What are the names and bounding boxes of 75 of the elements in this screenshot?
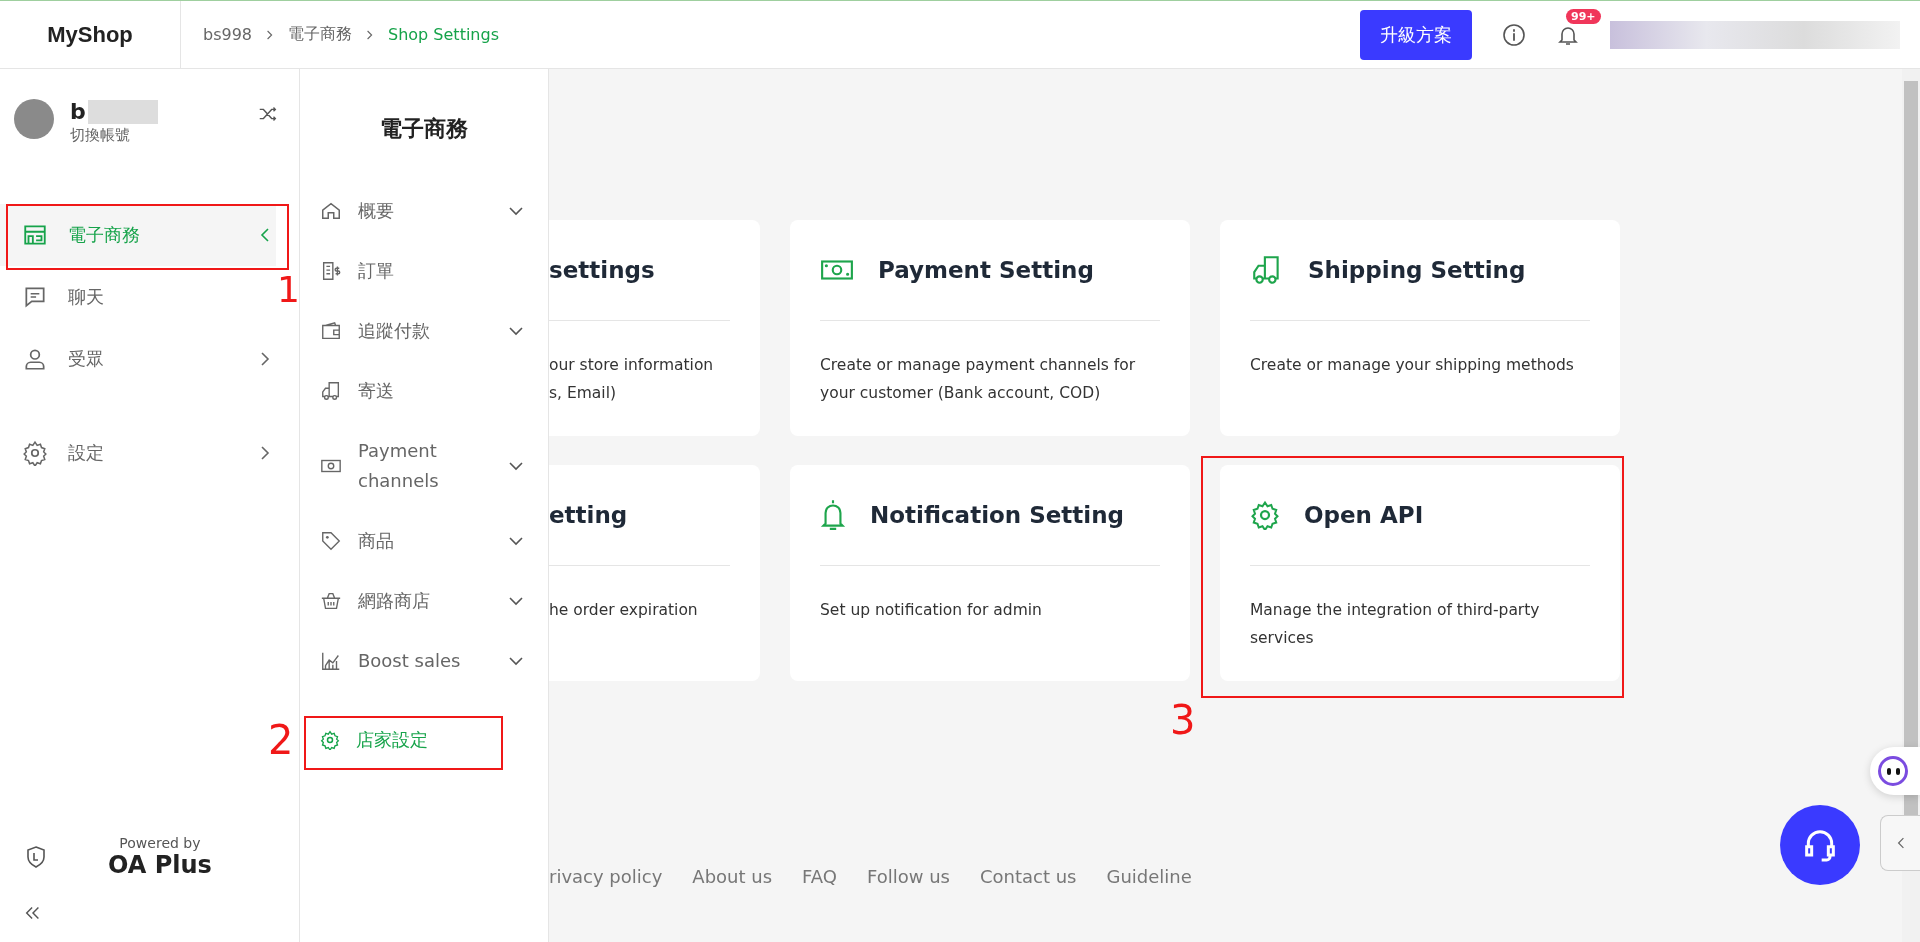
- card-description: Create or manage payment channels for your customer (Bank account, COD): [820, 355, 1137, 404]
- brand-logo-text: OA Plus: [108, 851, 212, 879]
- sidebar-item[interactable]: 聊天: [0, 266, 276, 328]
- chatbot-button[interactable]: [1870, 747, 1920, 795]
- bell-icon: [820, 498, 846, 532]
- submenu-item[interactable]: 商品: [300, 511, 548, 571]
- card-title: Open API: [1304, 502, 1424, 528]
- upgrade-button[interactable]: 升級方案: [1360, 9, 1472, 60]
- home-icon: [320, 200, 342, 222]
- panel-toggle-button[interactable]: [1880, 815, 1920, 871]
- blurred-block: [87, 99, 158, 124]
- banknote-icon: [820, 257, 854, 283]
- basket-icon: [320, 590, 342, 612]
- breadcrumb-link[interactable]: 電子商務: [288, 24, 353, 45]
- settings-card[interactable]: Open API Manage the integration of third-party services: [1220, 465, 1620, 681]
- gear-icon: [320, 730, 340, 750]
- submenu-item[interactable]: 訂單: [300, 241, 548, 301]
- card-description: Set up notification for admin: [820, 600, 1043, 621]
- submenu-item[interactable]: 概要: [300, 181, 548, 241]
- card-description: Manage the integration of third-party services: [1250, 600, 1541, 649]
- card-title: Shipping Setting: [1308, 257, 1526, 283]
- tag-icon: [320, 530, 342, 552]
- annotation-number: 3: [1170, 697, 1196, 743]
- info-icon[interactable]: [1502, 22, 1526, 47]
- chat-icon: [22, 284, 48, 310]
- notification-badge: 99+: [1566, 8, 1601, 24]
- receipt-icon: [320, 260, 342, 282]
- annotation-number: 2: [268, 717, 294, 763]
- chevron-left-icon: [1896, 836, 1905, 850]
- submenu-item[interactable]: Payment channels: [300, 421, 548, 511]
- settings-card[interactable]: Payment Setting Create or manage payment channels for your customer (Bank account, COD): [790, 220, 1190, 436]
- card-title: etting: [549, 502, 628, 528]
- shield-icon[interactable]: [24, 845, 48, 869]
- switch-account-link[interactable]: 切換帳號: [70, 126, 257, 145]
- settings-card[interactable]: etting he order expiration: [549, 465, 760, 681]
- card-description: our store information s, Email): [549, 355, 715, 404]
- submenu-item[interactable]: Boost sales: [300, 631, 548, 691]
- footer-link[interactable]: Guideline: [1106, 866, 1192, 887]
- sidebar-item[interactable]: 電子商務: [0, 204, 276, 266]
- truck-icon: [320, 380, 342, 402]
- logo-text[interactable]: MyShop: [47, 21, 133, 48]
- card-description: he order expiration: [549, 600, 699, 621]
- chevron-right-icon: [366, 28, 375, 41]
- card-title: settings: [549, 257, 655, 283]
- avatar[interactable]: [14, 99, 54, 139]
- double-chevron-left-icon[interactable]: [24, 905, 42, 921]
- settings-card[interactable]: Shipping Setting Create or manage your shipping methods: [1220, 220, 1620, 436]
- wallet-icon: [320, 320, 342, 342]
- footer-link[interactable]: rivacy policy: [549, 866, 663, 887]
- gear-icon: [1250, 500, 1280, 530]
- gear-icon: [22, 440, 48, 466]
- settings-card[interactable]: settings our store information s, Email): [549, 220, 760, 436]
- account-name: b: [70, 99, 86, 124]
- card-title: Payment Setting: [878, 257, 1094, 283]
- submenu-item[interactable]: 店家設定: [300, 710, 548, 770]
- sidebar-item[interactable]: 設定: [0, 422, 276, 484]
- settings-card[interactable]: Notification Setting Set up notification for admin: [790, 465, 1190, 681]
- breadcrumb-link[interactable]: Shop Settings: [388, 25, 499, 44]
- submenu-title: 電子商務: [379, 115, 469, 143]
- sidebar-item[interactable]: 受眾: [0, 328, 276, 390]
- powered-by-text: Powered by: [119, 835, 201, 851]
- card-description: Create or manage your shipping methods: [1250, 355, 1575, 376]
- submenu-item[interactable]: 網路商店: [300, 571, 548, 631]
- breadcrumb-link[interactable]: bs998: [203, 25, 253, 44]
- footer-link[interactable]: Follow us: [866, 866, 950, 887]
- card-title: Notification Setting: [870, 502, 1125, 528]
- submenu-item[interactable]: 寄送: [300, 361, 548, 421]
- footer-link[interactable]: Contact us: [979, 866, 1077, 887]
- footer-link[interactable]: FAQ: [802, 866, 837, 887]
- store-icon: [22, 222, 48, 248]
- footer-link[interactable]: About us: [692, 866, 773, 887]
- submenu-item[interactable]: 追蹤付款: [300, 301, 548, 361]
- annotation-number: 1: [277, 269, 300, 310]
- chart-icon: [320, 650, 342, 672]
- chevron-right-icon: [266, 28, 275, 41]
